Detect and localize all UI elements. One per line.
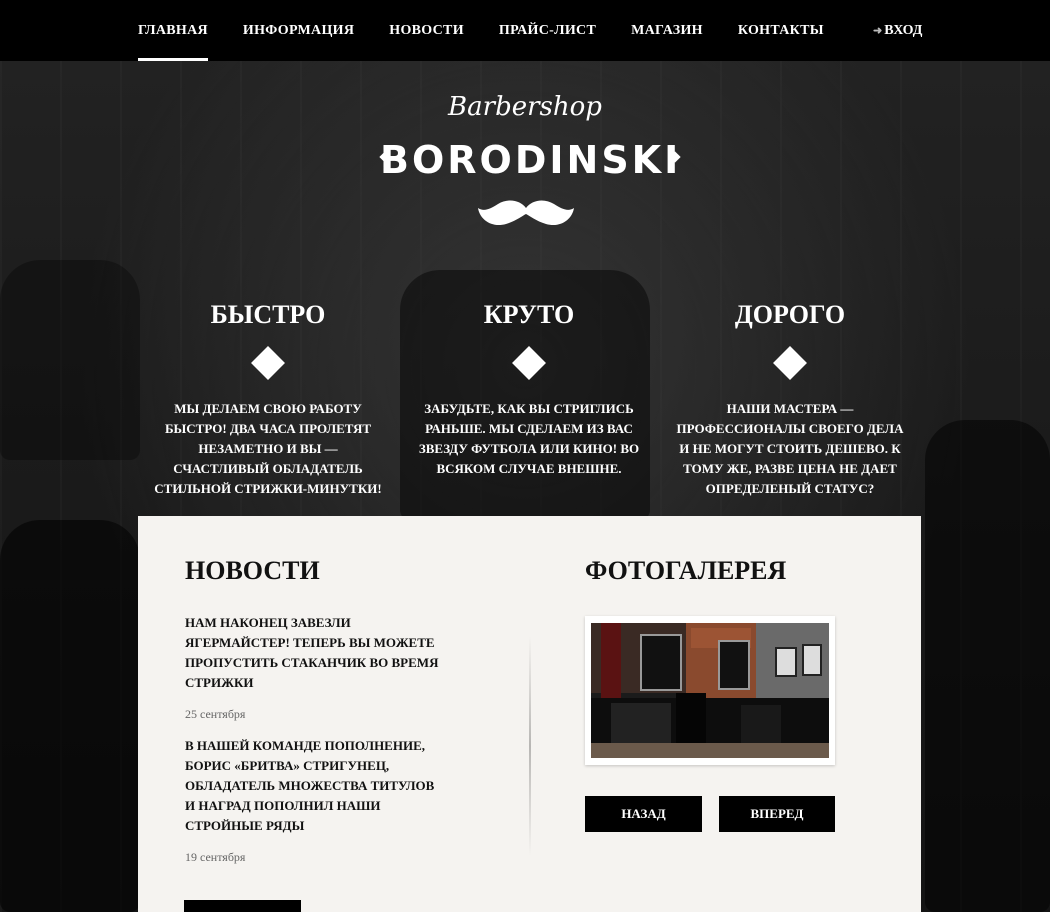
nav-item-shop[interactable]: МАГАЗИН — [631, 0, 703, 61]
nav-item-info[interactable]: ИНФОРМАЦИЯ — [243, 0, 354, 61]
news-item-date: 19 сентября — [185, 850, 246, 864]
gallery-prev-button[interactable]: НАЗАД — [585, 796, 702, 832]
news-item[interactable]: Нам наконец завезли Ягермайстер! Теперь … — [185, 613, 440, 722]
column-divider — [529, 636, 531, 856]
gallery-next-button[interactable]: ВПЕРЕД — [719, 796, 835, 832]
diamond-icon — [251, 346, 285, 380]
news-section-title: НОВОСТИ — [185, 556, 320, 585]
login-link[interactable]: ➜ ВХОД — [873, 0, 922, 61]
login-label: ВХОД — [884, 23, 923, 38]
feature-title: ДОРОГО — [734, 300, 846, 329]
feature-cool: КРУТО Забудьте, как вы стриглись раньше.… — [409, 300, 649, 479]
news-item-text: Нам наконец завезли Ягермайстер! Теперь … — [185, 615, 439, 690]
feature-fast: БЫСТРО Мы делаем свою работу быстро! Два… — [148, 300, 388, 499]
all-news-button[interactable] — [184, 900, 301, 912]
nav-item-news[interactable]: НОВОСТИ — [389, 0, 464, 61]
diamond-icon — [512, 346, 546, 380]
news-item-date: 25 сентября — [185, 707, 246, 721]
news-item[interactable]: В нашей команде пополнение, Борис «Бритв… — [185, 736, 440, 865]
feature-title: КРУТО — [483, 300, 575, 329]
nav-item-contacts[interactable]: КОНТАКТЫ — [738, 0, 824, 61]
news-item-text: В нашей команде пополнение, Борис «Бритв… — [185, 738, 435, 833]
sign-in-arrow-icon: ➜ — [873, 25, 883, 37]
nav-item-home[interactable]: ГЛАВНАЯ — [138, 0, 208, 61]
top-navigation-bar: ГЛАВНАЯ ИНФОРМАЦИЯ НОВОСТИ ПРАЙС-ЛИСТ МА… — [0, 0, 1050, 61]
gallery-section-title: ФОТОГАЛЕРЕЯ — [585, 556, 787, 585]
logo-main-text: BORODINSKI — [380, 138, 682, 182]
gallery-photo[interactable] — [591, 623, 829, 758]
logo-script-text: Barbershop — [448, 92, 602, 122]
feature-expensive: ДОРОГО Наши мастера — профессионалы свое… — [670, 300, 910, 499]
main-nav: ГЛАВНАЯ ИНФОРМАЦИЯ НОВОСТИ ПРАЙС-ЛИСТ МА… — [138, 0, 859, 61]
mustache-icon — [478, 200, 574, 226]
nav-item-price-list[interactable]: ПРАЙС-ЛИСТ — [499, 0, 596, 61]
feature-title: БЫСТРО — [210, 300, 326, 329]
content-panel: НОВОСТИ Нам наконец завезли Ягермайстер!… — [138, 516, 921, 912]
diamond-icon — [773, 346, 807, 380]
feature-text: Мы делаем свою работу быстро! Два часа п… — [154, 401, 382, 496]
feature-text: Наши мастера — профессионалы своего дела… — [676, 401, 904, 496]
gallery-photo-frame — [585, 616, 835, 765]
feature-text: Забудьте, как вы стриглись раньше. Мы сд… — [418, 401, 640, 476]
